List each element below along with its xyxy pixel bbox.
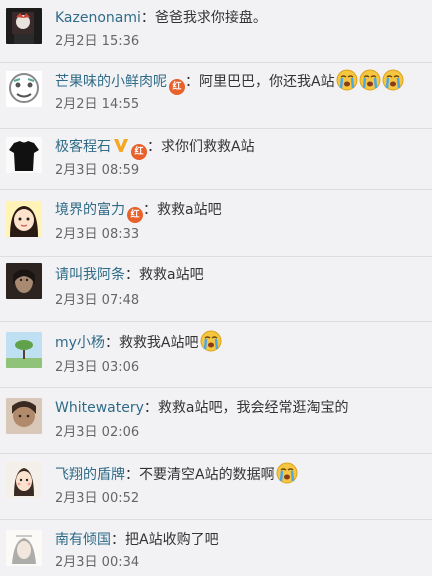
comment-item: my小杨：救救我A站吧 2月3日 03:06 — [0, 322, 432, 388]
comment-item: Kazenonami：爸爸我求你接盘。 2月2日 15:36 — [0, 0, 432, 63]
username-link[interactable]: 境界的富力 — [55, 202, 125, 218]
colon-separator: ： — [143, 202, 157, 218]
timestamp[interactable]: 2月3日 02:06 — [55, 424, 139, 442]
crying-face-icon — [200, 330, 222, 352]
timestamp[interactable]: 2月3日 08:59 — [55, 162, 139, 180]
comment-text: 不要清空A站的数据啊 — [139, 467, 275, 483]
comment-item: 极客程石 红：求你们救救A站 2月3日 08:59 — [0, 129, 432, 190]
timestamp[interactable]: 2月3日 00:52 — [55, 490, 139, 508]
colon-separator: ： — [147, 139, 161, 155]
crying-face-icon — [359, 69, 381, 91]
comment-text: 救救a站吧 — [139, 267, 204, 283]
comment-line: 请叫我阿条：救救a站吧 — [55, 263, 204, 287]
avatar[interactable] — [6, 137, 42, 173]
comment-text: 救救a站吧 — [157, 202, 222, 218]
comment-text: 阿里巴巴，你还我A站 — [199, 74, 335, 90]
red-badge-icon: 红 — [131, 144, 147, 160]
avatar[interactable] — [6, 263, 42, 299]
username-link[interactable]: my小杨 — [55, 335, 105, 351]
avatar[interactable] — [6, 530, 42, 566]
avatar[interactable] — [6, 71, 42, 107]
comment-line: 南有倾国：把A站收购了吧 — [55, 528, 219, 552]
comment-text: 求你们救救A站 — [161, 139, 255, 155]
avatar[interactable] — [6, 398, 42, 434]
comment-item: 请叫我阿条：救救a站吧 2月3日 07:48 — [0, 257, 432, 322]
colon-separator: ： — [125, 267, 139, 283]
comment-line: 芒果味的小鲜肉呢红：阿里巴巴，你还我A站 — [55, 69, 404, 95]
colon-separator: ： — [143, 400, 158, 416]
colon-separator: ： — [125, 467, 139, 483]
comment-line: Kazenonami：爸爸我求你接盘。 — [55, 6, 267, 30]
comment-line: Whitewatery：救救a站吧，我会经常逛淘宝的 — [55, 396, 348, 420]
username-link[interactable]: 极客程石 — [55, 139, 111, 155]
username-link[interactable]: 请叫我阿条 — [55, 267, 125, 283]
timestamp[interactable]: 2月2日 15:36 — [55, 33, 139, 51]
comment-text: 爸爸我求你接盘。 — [154, 10, 267, 26]
comment-line: 境界的富力红：救救a站吧 — [55, 198, 222, 223]
comment-text: 救救a站吧，我会经常逛淘宝的 — [157, 400, 349, 416]
comment-item: 飞翔的盾牌：不要清空A站的数据啊 2月3日 00:52 — [0, 454, 432, 520]
comment-list: Kazenonami：爸爸我求你接盘。 2月2日 15:36 芒果味的小鲜肉呢红… — [0, 0, 432, 573]
red-badge-icon: 红 — [127, 207, 143, 223]
avatar[interactable] — [6, 201, 42, 237]
timestamp[interactable]: 2月3日 00:34 — [55, 554, 139, 572]
comment-line: 飞翔的盾牌：不要清空A站的数据啊 — [55, 462, 298, 487]
colon-separator: ： — [104, 335, 119, 351]
comment-item: 南有倾国：把A站收购了吧 2月3日 00:34 — [0, 520, 432, 576]
red-badge-icon: 红 — [169, 79, 185, 95]
colon-separator: ： — [111, 532, 125, 548]
username-link[interactable]: 南有倾国 — [55, 532, 111, 548]
comment-text: 把A站收购了吧 — [125, 532, 219, 548]
colon-separator: ： — [185, 74, 199, 90]
avatar[interactable] — [6, 8, 42, 44]
timestamp[interactable]: 2月3日 07:48 — [55, 292, 139, 310]
crying-face-icon — [336, 69, 358, 91]
timestamp[interactable]: 2月3日 03:06 — [55, 359, 139, 377]
comment-item: 境界的富力红：救救a站吧 2月3日 08:33 — [0, 190, 432, 257]
username-link[interactable]: 飞翔的盾牌 — [55, 467, 125, 483]
avatar[interactable] — [6, 332, 42, 368]
comment-text: 救救我A站吧 — [118, 335, 199, 351]
username-link[interactable]: Kazenonami — [55, 10, 141, 26]
avatar[interactable] — [6, 462, 42, 498]
username-link[interactable]: Whitewatery — [55, 400, 144, 416]
timestamp[interactable]: 2月3日 08:33 — [55, 226, 139, 244]
colon-separator: ： — [140, 10, 155, 26]
verified-v-icon — [113, 137, 129, 153]
comment-line: my小杨：救救我A站吧 — [55, 330, 222, 355]
timestamp[interactable]: 2月2日 14:55 — [55, 96, 139, 114]
crying-face-icon — [382, 69, 404, 91]
crying-face-icon — [276, 462, 298, 484]
comment-item: Whitewatery：救救a站吧，我会经常逛淘宝的 2月3日 02:06 — [0, 388, 432, 454]
username-link[interactable]: 芒果味的小鲜肉呢 — [55, 74, 167, 90]
comment-item: 芒果味的小鲜肉呢红：阿里巴巴，你还我A站 2月2日 14:55 — [0, 63, 432, 129]
comment-line: 极客程石 红：求你们救救A站 — [55, 135, 255, 160]
